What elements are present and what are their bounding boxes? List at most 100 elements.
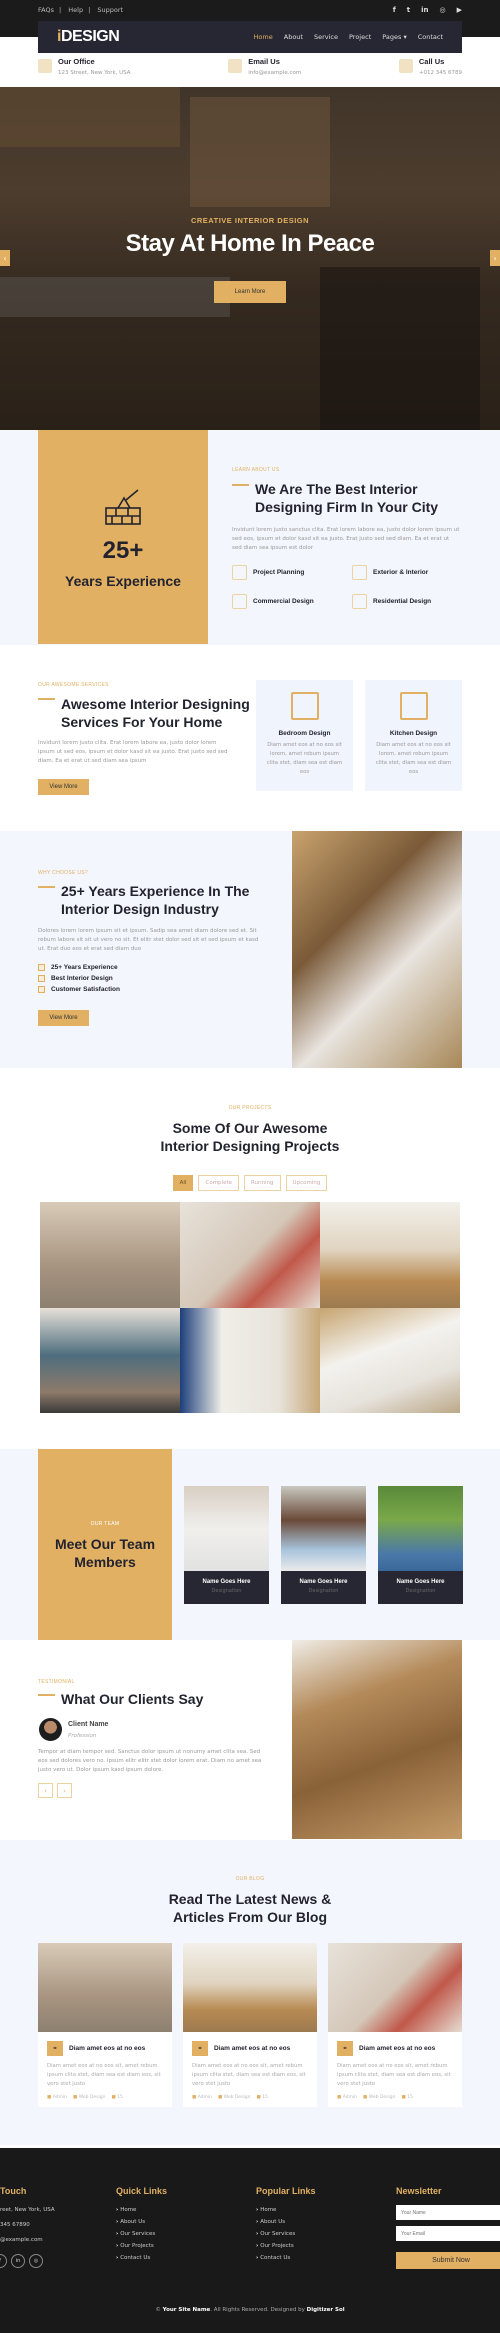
- nav-service[interactable]: Service: [314, 33, 338, 41]
- designer-link[interactable]: Digitizer Sol: [307, 2307, 345, 2313]
- quick-link-home[interactable]: Home: [116, 2207, 155, 2213]
- newsletter-name-input[interactable]: [396, 2205, 500, 2220]
- phone-number[interactable]: +012 345 6789: [419, 70, 462, 76]
- team-member-card[interactable]: Name Goes Here Designation: [281, 1486, 366, 1604]
- contact-strip: Our Office 123 Street, New York, USA Emai…: [38, 57, 462, 85]
- support-link[interactable]: Support: [97, 6, 123, 14]
- navbar: iDESIGN Home About Service Project Pages…: [38, 21, 462, 53]
- footer-address: reet, New York, USA: [0, 2207, 55, 2213]
- testimonial-next-button[interactable]: ›: [57, 1783, 72, 1798]
- project-image[interactable]: [180, 1202, 320, 1308]
- testimonial-text: Tempor at diam tempor sed. Sanctus dolor…: [38, 1749, 262, 1773]
- footer-email[interactable]: @example.com: [0, 2237, 43, 2243]
- email-address[interactable]: info@example.com: [248, 70, 301, 76]
- hero-overlay: [0, 87, 500, 430]
- blog-comments: 15: [257, 2095, 268, 2100]
- quick-link-about[interactable]: About Us: [116, 2219, 155, 2225]
- nav-about[interactable]: About: [284, 33, 303, 41]
- phone-title: Call Us: [418, 57, 445, 66]
- carousel-prev-button[interactable]: ‹: [0, 250, 10, 266]
- feature-project-planning: Project Planning: [232, 565, 304, 580]
- team-title: Meet Our Team Members: [54, 1536, 156, 1570]
- title-dash: [38, 1694, 55, 1696]
- why-view-more-button[interactable]: View More: [38, 1010, 89, 1026]
- blog-post-title[interactable]: Diam amet eos at no eos: [359, 2045, 435, 2052]
- faqs-link[interactable]: FAQs: [38, 6, 54, 14]
- project-image[interactable]: [40, 1307, 180, 1413]
- site-name-link[interactable]: Your Site Name: [163, 2307, 211, 2313]
- filter-running[interactable]: Running: [244, 1175, 281, 1191]
- blog-author: Admin: [192, 2095, 212, 2100]
- twitter-icon[interactable]: t: [407, 6, 410, 14]
- quick-links: Home About Us Our Services Our Projects …: [116, 2207, 155, 2267]
- phone-icon: [398, 59, 413, 73]
- blog-post-card[interactable]: ⚭ Diam amet eos at no eos Diam amet eos a…: [38, 1943, 172, 2107]
- filter-upcoming[interactable]: Upcoming: [285, 1175, 328, 1191]
- top-links: FAQs | Help | Support: [38, 6, 128, 14]
- project-image[interactable]: [320, 1307, 460, 1413]
- check-label: Customer Satisfaction: [51, 986, 120, 993]
- help-link[interactable]: Help: [68, 6, 83, 14]
- instagram-icon[interactable]: ◎: [440, 6, 446, 14]
- facebook-icon[interactable]: f: [393, 6, 396, 14]
- filter-all[interactable]: All: [172, 1175, 194, 1191]
- feature-commercial-design: Commercial Design: [232, 594, 314, 609]
- popular-link-services[interactable]: Our Services: [256, 2231, 295, 2237]
- brick-trowel-icon: [105, 489, 141, 525]
- email-title: Email Us: [248, 57, 280, 66]
- popular-link-about[interactable]: About Us: [256, 2219, 295, 2225]
- nav-project[interactable]: Project: [349, 33, 371, 41]
- project-image[interactable]: [180, 1307, 320, 1413]
- bed-icon: [290, 692, 319, 720]
- office-icon: [38, 59, 52, 73]
- blog-category: Web Design: [363, 2095, 396, 2100]
- services-label: Our Awesome Services: [38, 682, 109, 688]
- testimonial-prev-button[interactable]: ‹: [38, 1783, 53, 1798]
- why-title: 25+ Years Experience In The Interior Des…: [61, 883, 250, 917]
- nav-home[interactable]: Home: [254, 33, 273, 41]
- instagram-icon[interactable]: ◎: [29, 2254, 43, 2268]
- facebook-icon[interactable]: f: [0, 2254, 7, 2268]
- team-member-name: Name Goes Here: [299, 1579, 348, 1585]
- logo[interactable]: iDESIGN: [57, 28, 120, 46]
- attic-living-room-image: [292, 831, 462, 1068]
- youtube-icon[interactable]: ▶: [457, 6, 462, 14]
- linkedin-icon[interactable]: in: [421, 6, 428, 14]
- project-image[interactable]: [320, 1202, 460, 1308]
- services-view-more-button[interactable]: View More: [38, 779, 89, 795]
- learn-more-button[interactable]: Learn More: [214, 281, 286, 303]
- blog-post-card[interactable]: ⚭ Diam amet eos at no eos Diam amet eos a…: [328, 1943, 462, 2107]
- team-member-photo: [378, 1486, 463, 1571]
- quick-link-projects[interactable]: Our Projects: [116, 2243, 155, 2249]
- nav-contact[interactable]: Contact: [418, 33, 443, 41]
- blog-post-title[interactable]: Diam amet eos at no eos: [214, 2045, 290, 2052]
- blog-title: Read The Latest News & Articles From Our…: [168, 1891, 332, 1925]
- team-member-card[interactable]: Name Goes Here Designation: [184, 1486, 269, 1604]
- project-image[interactable]: [40, 1202, 180, 1308]
- service-card-title: Kitchen Design: [389, 730, 438, 737]
- nav-pages-dropdown[interactable]: Pages ▾: [382, 33, 406, 41]
- submit-now-button[interactable]: Submit Now: [396, 2252, 500, 2269]
- service-card-kitchen[interactable]: Kitchen Design Diam amet eos at no eos s…: [365, 680, 462, 791]
- blog-post-excerpt: Diam amet eos at no eos sit, amet rebum …: [192, 2063, 306, 2087]
- service-card-title: Bedroom Design: [278, 730, 331, 737]
- team-member-card[interactable]: Name Goes Here Designation: [378, 1486, 463, 1604]
- service-card-bedroom[interactable]: Bedroom Design Diam amet eos at no eos s…: [256, 680, 353, 791]
- blog-post-title[interactable]: Diam amet eos at no eos: [69, 2045, 145, 2052]
- filter-complete[interactable]: Complete: [198, 1175, 239, 1191]
- popular-link-home[interactable]: Home: [256, 2207, 295, 2213]
- team-member-name: Name Goes Here: [202, 1579, 251, 1585]
- carousel-next-button[interactable]: ›: [490, 250, 500, 266]
- popular-link-projects[interactable]: Our Projects: [256, 2243, 295, 2249]
- service-card-text: Diam amet eos at no eos sit lorem, amet …: [375, 742, 452, 775]
- link-icon: ⚭: [337, 2041, 353, 2056]
- popular-link-contact[interactable]: Contact Us: [256, 2255, 295, 2261]
- blog-post-card[interactable]: ⚭ Diam amet eos at no eos Diam amet eos a…: [183, 1943, 317, 2107]
- quick-link-services[interactable]: Our Services: [116, 2231, 155, 2237]
- linkedin-icon[interactable]: in: [11, 2254, 25, 2268]
- office-title: Our Office: [58, 57, 95, 66]
- logo-text: DESIGN: [60, 28, 120, 45]
- client-profession: Profession: [68, 1733, 97, 1739]
- quick-link-contact[interactable]: Contact Us: [116, 2255, 155, 2261]
- newsletter-email-input[interactable]: [396, 2226, 500, 2241]
